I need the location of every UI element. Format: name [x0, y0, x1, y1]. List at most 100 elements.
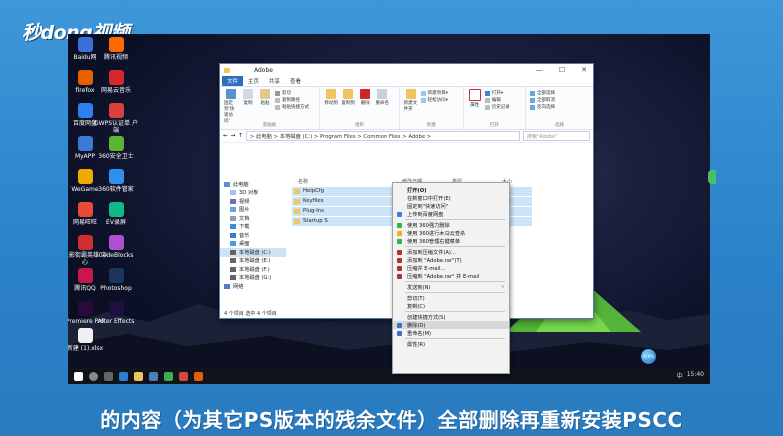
nav-item[interactable]: 下载: [220, 223, 286, 232]
close-button[interactable]: ✕: [581, 66, 587, 74]
desktop-shortcut[interactable]: GWPS认证单 户端: [93, 103, 139, 134]
menu-separator: [405, 311, 505, 312]
nav-item[interactable]: 图片: [220, 206, 286, 215]
nav-item[interactable]: 本地磁盘 (E:): [220, 257, 286, 266]
archive-icon: [397, 265, 402, 271]
column-name[interactable]: 名称: [298, 178, 308, 185]
desktop-shortcut[interactable]: 360软件管家: [93, 169, 139, 193]
desktop-shortcut[interactable]: EV录屏: [93, 202, 139, 226]
search-icon[interactable]: [89, 371, 98, 381]
nav-item[interactable]: 网络: [220, 282, 286, 291]
ime-indicator[interactable]: 中: [677, 371, 683, 380]
desktop-shortcut[interactable]: Photoshop: [93, 268, 139, 292]
select-all-button[interactable]: 全部选择: [530, 90, 555, 96]
cut-button[interactable]: 剪切: [275, 90, 309, 96]
desktop-shortcut[interactable]: CodeBlocks: [93, 235, 139, 259]
nav-item[interactable]: 本地磁盘 (F:): [220, 265, 286, 274]
delete-button[interactable]: 删除: [358, 89, 372, 106]
context-menu-item[interactable]: 使用 360进行木马云查杀: [393, 229, 509, 237]
easy-access-button[interactable]: 轻松访问▾: [420, 97, 448, 103]
app-icon: [77, 37, 93, 52]
nav-item[interactable]: 音乐: [220, 231, 286, 240]
context-menu-item[interactable]: 重命名(M): [393, 329, 509, 337]
clock[interactable]: 15:40: [687, 371, 704, 380]
new-item-button[interactable]: 新建项目▾: [420, 90, 448, 96]
copy-path-button[interactable]: 复制路径: [275, 97, 309, 103]
copy-to-button[interactable]: 复制到: [341, 89, 355, 106]
tab-view[interactable]: 查看: [285, 76, 306, 86]
context-menu-item[interactable]: 打开(O): [393, 186, 509, 194]
paste-shortcut-button[interactable]: 粘贴快捷方式: [275, 104, 309, 110]
move-to-button[interactable]: 移动到: [324, 89, 338, 106]
start-icon[interactable]: [74, 371, 83, 381]
desktop-shortcut-label: Photoshop: [100, 285, 132, 292]
pin-quick-access-button[interactable]: 固定到'快速访问': [224, 89, 238, 124]
firefox-icon[interactable]: [194, 371, 203, 381]
app-icon[interactable]: [164, 371, 173, 381]
status-bar: 4 个项目 选中 4 个项目: [224, 311, 277, 317]
desktop-shortcut[interactable]: 360安全卫士: [93, 136, 139, 160]
nav-item[interactable]: 此电脑: [220, 180, 286, 189]
nav-item[interactable]: 本地磁盘 (G:): [220, 274, 286, 283]
select-none-button[interactable]: 全部取消: [530, 97, 555, 103]
address-bar[interactable]: > 此电脑 > 本地磁盘 (C:) > Program Files > Comm…: [245, 131, 520, 141]
context-menu-item[interactable]: 固定到"快速访问": [393, 202, 509, 210]
task-view-icon[interactable]: [104, 371, 113, 381]
up-arrow-icon[interactable]: ↑: [238, 133, 243, 139]
nav-item[interactable]: 桌面: [220, 240, 286, 249]
nav-item[interactable]: 文档: [220, 214, 286, 223]
nav-item[interactable]: 本地磁盘 (C:): [220, 248, 286, 257]
context-menu-item[interactable]: 使用 360强力删除: [393, 221, 509, 229]
edge-icon[interactable]: [119, 371, 128, 381]
context-menu-item[interactable]: 添加到压缩文件(A)...: [393, 248, 509, 256]
search-input[interactable]: 搜索"Adobe": [523, 131, 590, 141]
minimize-button[interactable]: —: [536, 66, 543, 74]
tab-home[interactable]: 主页: [243, 76, 264, 86]
context-menu-item[interactable]: 发送到(N) ›: [393, 283, 509, 291]
app-icon: [77, 235, 93, 250]
move-icon: [326, 89, 337, 99]
desktop-shortcut[interactable]: 腾讯视频: [93, 37, 139, 61]
desktop-shortcut[interactable]: 新建 (1).xlsx: [68, 328, 108, 352]
rename-button[interactable]: 重命名: [375, 89, 389, 106]
nav-item[interactable]: 3D 对象: [220, 189, 286, 198]
context-menu-item[interactable]: 压缩到 "Adobe.rar" 并 E-mail: [393, 272, 509, 280]
menu-separator: [405, 281, 505, 282]
context-menu-item[interactable]: 创建快捷方式(S): [393, 313, 509, 321]
context-menu-item[interactable]: 删除(D): [393, 321, 509, 329]
nav-item[interactable]: 视频: [220, 197, 286, 206]
context-menu-item[interactable]: 使用 360管理右键菜单: [393, 237, 509, 245]
open-button[interactable]: 打开▾: [484, 90, 510, 96]
edit-button[interactable]: 编辑: [484, 97, 510, 103]
tab-file[interactable]: 文件: [222, 76, 244, 86]
nav-item-label: 3D 对象: [239, 190, 259, 197]
store-icon[interactable]: [149, 371, 158, 381]
copy-button[interactable]: 复制: [241, 89, 255, 106]
paste-button[interactable]: 粘贴: [258, 89, 272, 106]
side-tab[interactable]: [708, 170, 716, 184]
file-explorer-icon[interactable]: [134, 371, 143, 381]
properties-button[interactable]: 属性: [468, 89, 482, 108]
context-menu-item[interactable]: 剪切(T): [393, 294, 509, 302]
context-menu-item[interactable]: 添加到 "Adobe.rar"(T): [393, 256, 509, 264]
forward-arrow-icon[interactable]: →: [231, 133, 236, 139]
desktop-shortcut[interactable]: 网易云音乐: [93, 70, 139, 94]
back-arrow-icon[interactable]: ←: [223, 133, 228, 139]
floating-widget[interactable]: Ai 0%: [641, 349, 656, 364]
context-menu-item[interactable]: 属性(R): [393, 340, 509, 348]
invert-selection-button[interactable]: 反向选择: [530, 104, 555, 110]
archive-icon: [397, 273, 402, 279]
new-folder-button[interactable]: 新建文件夹: [404, 89, 418, 112]
history-button[interactable]: 历史记录: [484, 104, 510, 110]
folder-icon: [294, 188, 300, 194]
context-menu-item[interactable]: 在新窗口中打开(E): [393, 194, 509, 202]
context-menu-item[interactable]: 压缩并 E-mail...: [393, 264, 509, 272]
maximize-button[interactable]: ☐: [559, 66, 565, 74]
context-menu-item[interactable]: 复制(C): [393, 302, 509, 310]
app-icon[interactable]: [179, 371, 188, 381]
menu-item-label: 压缩到 "Adobe.rar" 并 E-mail: [407, 274, 480, 280]
menu-item-label: 上传到百度网盘: [407, 212, 444, 218]
context-menu-item[interactable]: 上传到百度网盘: [393, 210, 509, 218]
desktop-shortcut[interactable]: After Effects: [93, 301, 139, 325]
tab-share[interactable]: 共享: [264, 76, 285, 86]
